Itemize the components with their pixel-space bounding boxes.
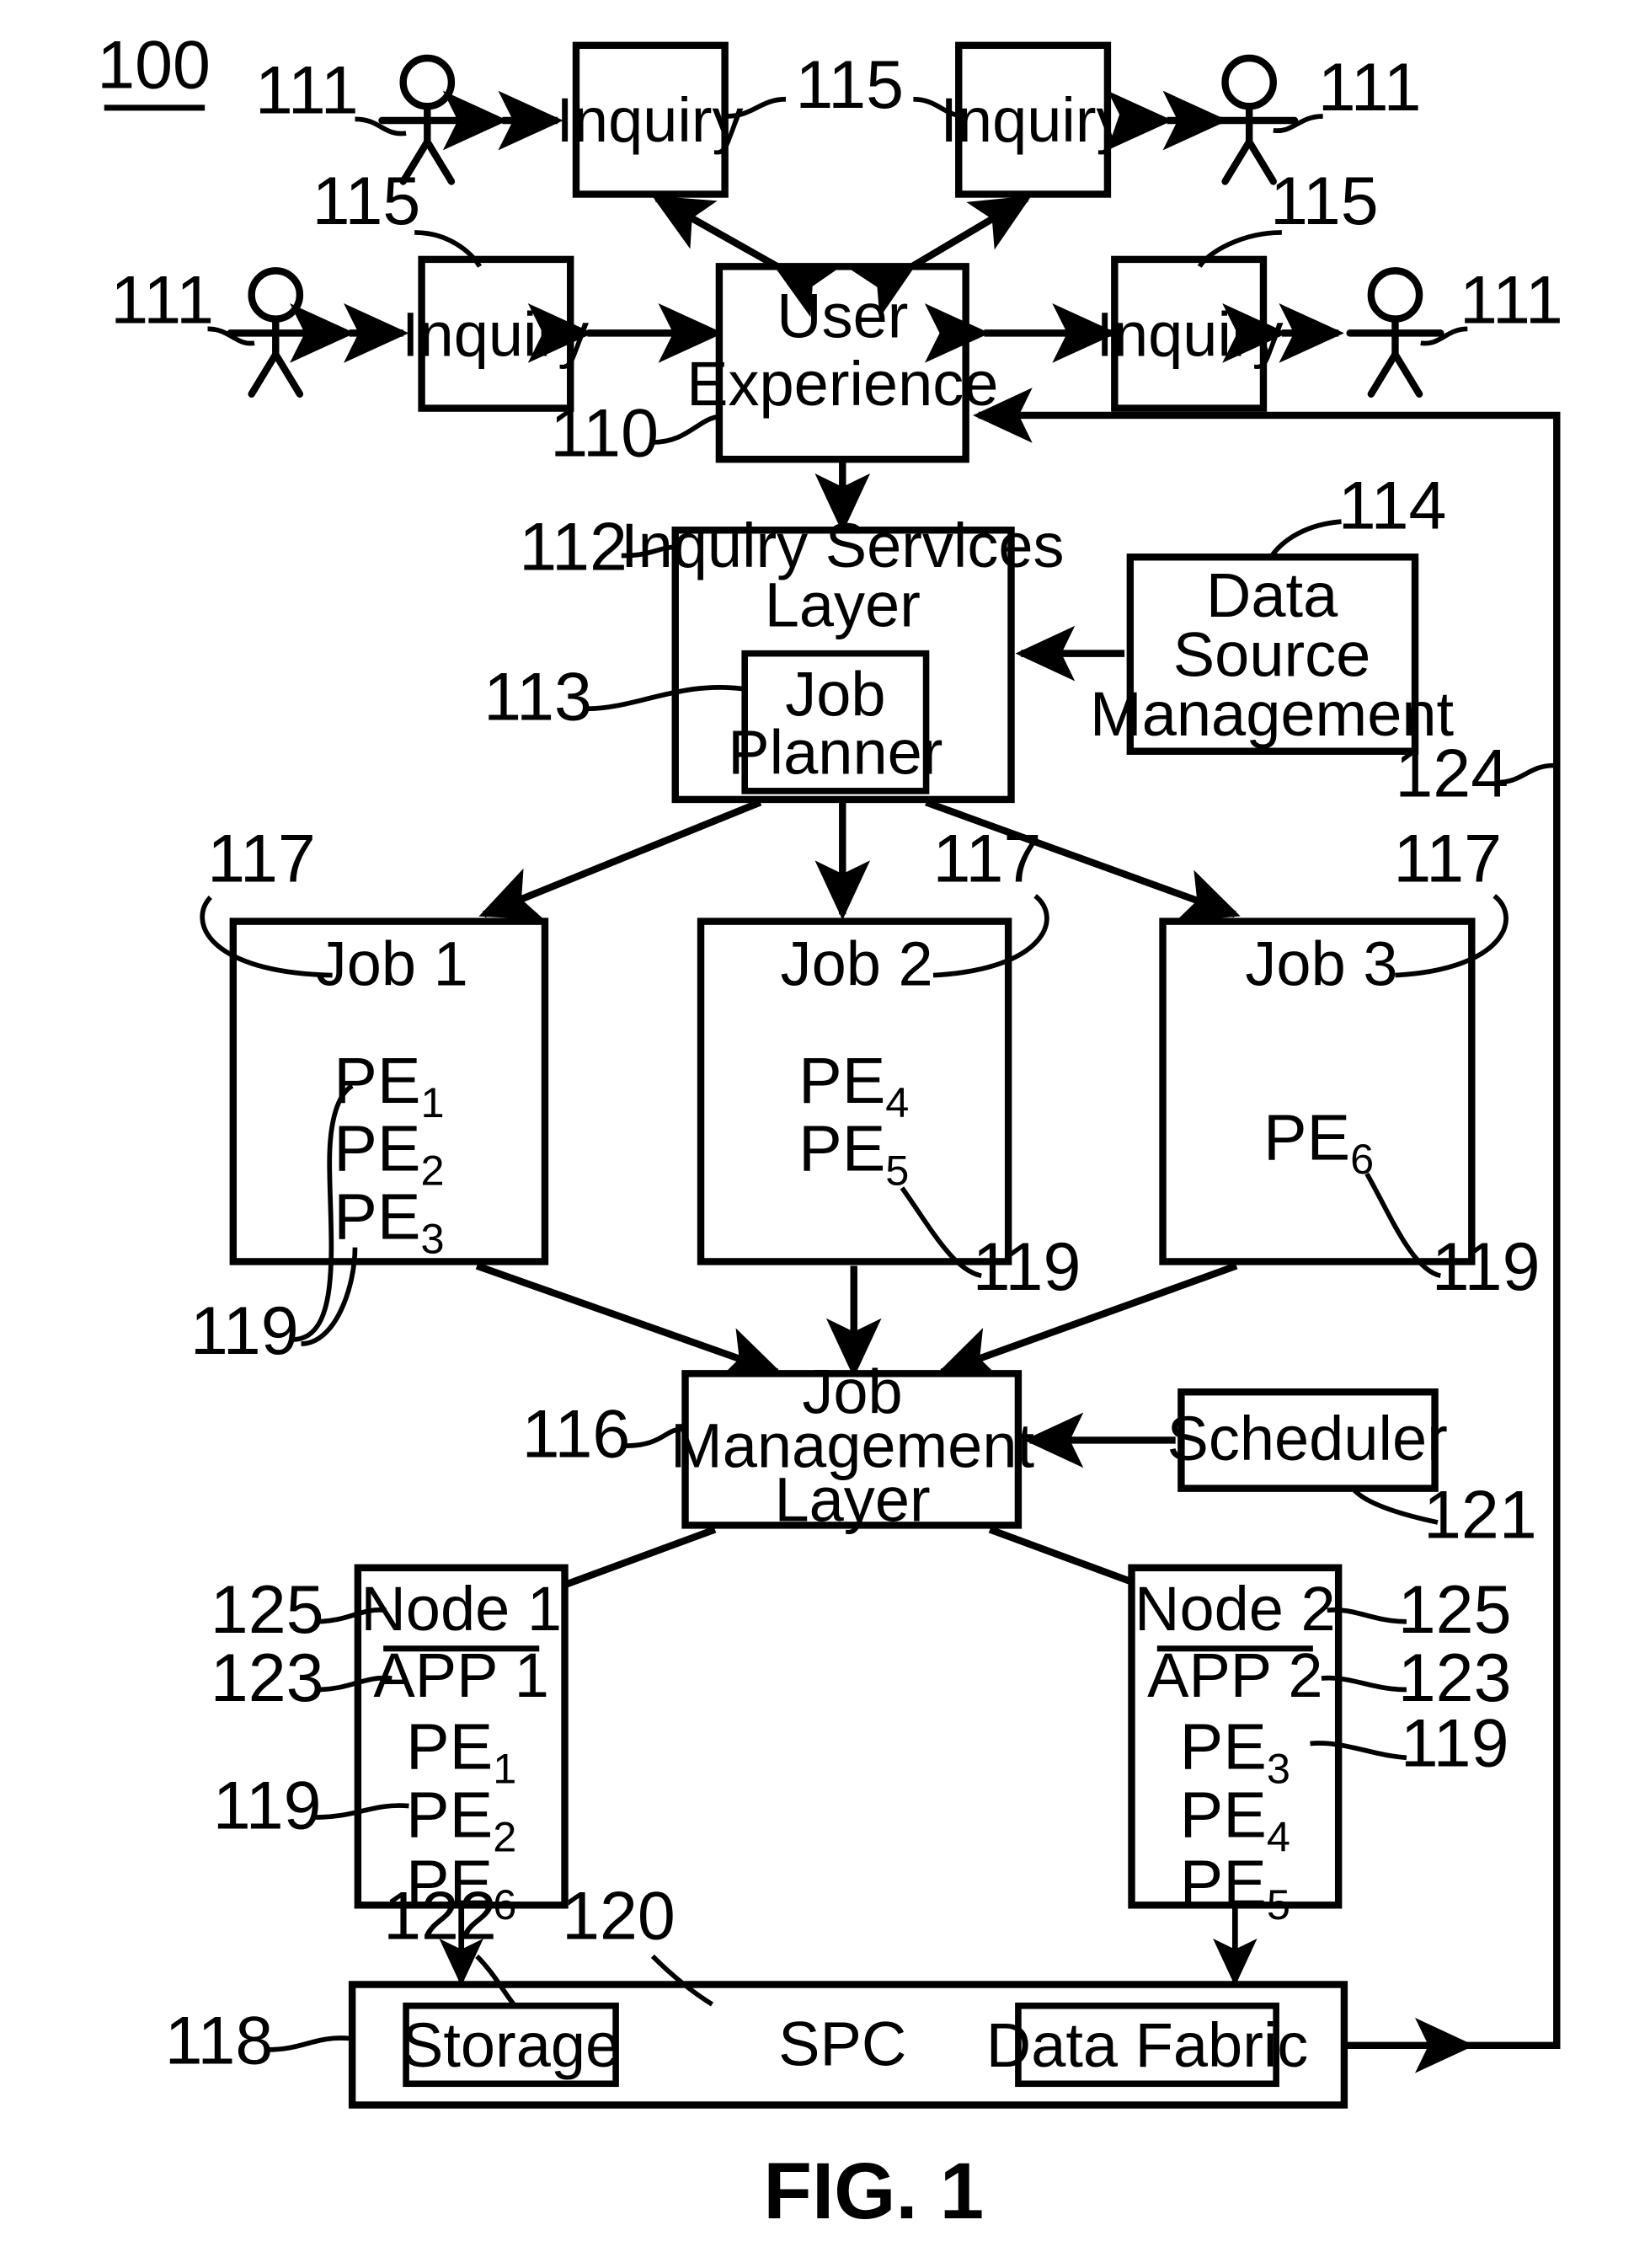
- patent-figure-1: Inquiry Inquiry 111 111 115 100 Inquiry …: [0, 0, 1634, 2268]
- ref-117-job1: 117: [207, 821, 316, 897]
- ref-117-job2: 117: [933, 821, 1042, 897]
- inquiry-box-mid-left-label: Inquiry: [402, 299, 589, 369]
- inquiry-box-top-left-label: Inquiry: [556, 85, 743, 155]
- ref-112: 112: [519, 509, 627, 585]
- ref-119-job1: 119: [190, 1293, 299, 1369]
- ref-111-top-left: 111: [255, 53, 359, 129]
- job-planner-label-line2: Planner: [728, 718, 942, 788]
- node1-title: Node 1: [360, 1574, 562, 1644]
- actor-icon-mid-left: [227, 267, 325, 398]
- ref-115-mid-left: 115: [312, 163, 421, 239]
- node2-title: Node 2: [1135, 1574, 1336, 1644]
- ref-119-job2: 119: [973, 1229, 1081, 1305]
- job2-title: Job 2: [781, 928, 933, 998]
- job1-title: Job 1: [316, 928, 468, 998]
- ref-124: 124: [1395, 736, 1509, 812]
- ref-114: 114: [1338, 468, 1447, 544]
- ref-111-mid-right: 111: [1460, 263, 1563, 339]
- ref-120: 120: [562, 1879, 675, 1955]
- storage-label: Storage: [402, 2010, 620, 2080]
- ref-113: 113: [483, 660, 592, 735]
- user-experience-label-line2: Experience: [686, 349, 998, 419]
- ref-111-mid-left: 111: [110, 263, 214, 339]
- ref-118: 118: [165, 2003, 274, 2079]
- ref-111-top-right: 111: [1318, 50, 1422, 126]
- ref-119-node2: 119: [1401, 1705, 1509, 1781]
- arrow-isl-to-job1: [478, 799, 762, 920]
- inquiry-services-layer-label-line2: Layer: [765, 570, 921, 640]
- user-experience-label-line1: User: [777, 281, 908, 350]
- job-management-layer-line3: Layer: [774, 1464, 930, 1534]
- scheduler-label: Scheduler: [1167, 1404, 1447, 1474]
- arrow-job1-to-jml: [475, 1262, 783, 1381]
- arrow-ux-to-inquiry-tl: [652, 195, 838, 318]
- ref-121: 121: [1423, 1478, 1537, 1554]
- ref-117-job3: 117: [1393, 821, 1502, 897]
- ref-125-node2: 125: [1398, 1572, 1512, 1648]
- actor-icon-mid-right: [1346, 267, 1444, 398]
- data-fabric-label: Data Fabric: [986, 2010, 1309, 2080]
- ref-125-node1: 125: [211, 1572, 324, 1648]
- ref-115-top: 115: [795, 47, 904, 123]
- job3-title: Job 3: [1245, 928, 1397, 998]
- ref-116: 116: [522, 1397, 631, 1473]
- ref-119-job3: 119: [1432, 1229, 1541, 1305]
- inquiry-box-top-right-label: Inquiry: [940, 85, 1127, 155]
- spc-label: SPC: [778, 2009, 906, 2078]
- ref-123-node1: 123: [211, 1640, 324, 1716]
- ref-119-node1: 119: [213, 1768, 322, 1843]
- ref-110: 110: [550, 396, 659, 472]
- arrow-ux-to-inquiry-tr: [851, 195, 1032, 318]
- figure-canvas: Inquiry Inquiry 111 111 115 100 Inquiry …: [97, 27, 1563, 2235]
- node1-app-label: APP 1: [373, 1640, 549, 1710]
- ref-122: 122: [383, 1879, 497, 1955]
- figure-caption: FIG. 1: [763, 2147, 984, 2235]
- node2-app-label: APP 2: [1147, 1640, 1323, 1710]
- ref-100-figure-number: 100: [97, 27, 211, 103]
- ref-115-mid-right: 115: [1270, 163, 1379, 239]
- inquiry-box-mid-right-label: Inquiry: [1096, 299, 1283, 369]
